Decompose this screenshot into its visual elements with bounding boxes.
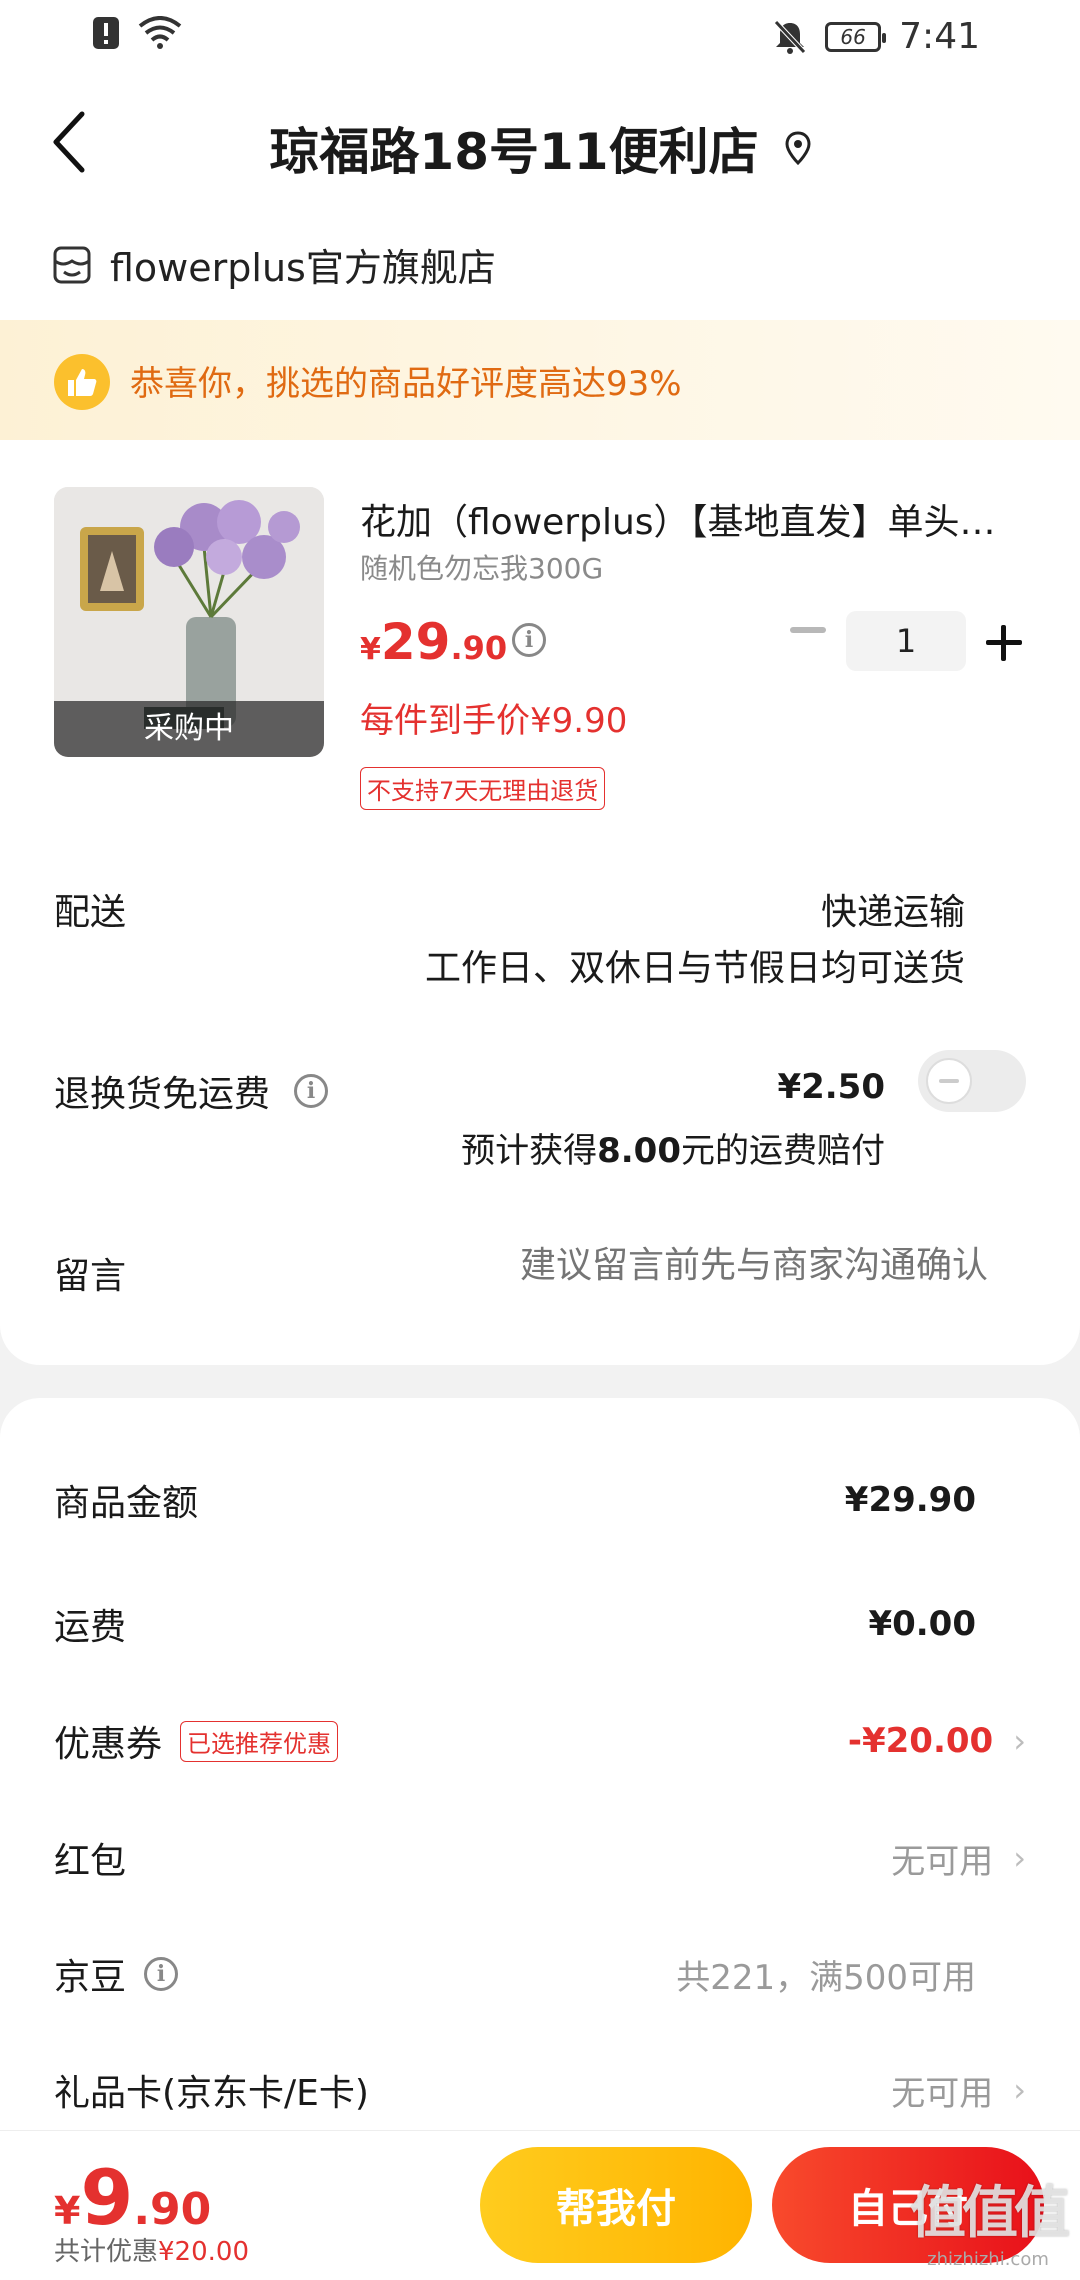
note-amount: 8.00 — [597, 1131, 681, 1171]
rating-banner: 恭喜你，挑选的商品好评度高达93% — [0, 320, 1080, 440]
freight-value: ¥0.00 — [868, 1604, 976, 1644]
giftcard-label: 礼品卡(京东卡/E卡) — [54, 2073, 369, 2114]
back-button[interactable] — [50, 110, 110, 180]
header: 琼福路18号11便利店 — [0, 72, 1080, 220]
return-insurance-price: ¥2.50 — [777, 1067, 885, 1107]
jingdou-label: 京豆 — [54, 1957, 127, 1998]
bell-muted-icon — [774, 19, 806, 54]
per-unit-price: 每件到手价¥9.90 — [360, 701, 628, 741]
message-input[interactable] — [428, 1245, 988, 1286]
return-insurance-toggle[interactable] — [918, 1050, 1026, 1112]
redpacket-row[interactable]: 红包 无可用 › — [54, 1828, 1026, 1888]
chevron-right-icon: › — [1013, 1722, 1026, 1760]
product-title[interactable]: 花加（flowerplus）【基地直发】单头鲜花 — [360, 493, 1020, 545]
note-prefix: 预计获得 — [461, 1131, 598, 1171]
price-decimal: .90 — [450, 629, 508, 667]
message-label: 留言 — [54, 1256, 127, 1297]
coupon-value: -¥20.00 — [847, 1721, 994, 1761]
quantity-value[interactable]: 1 — [846, 611, 966, 671]
help-me-pay-button[interactable]: 帮我付 — [480, 2147, 752, 2263]
return-insurance-row: 退换货免运费 i — [54, 1065, 329, 1117]
store-icon — [53, 246, 91, 283]
price-summary-card: 商品金额 ¥29.90 运费 ¥0.00 优惠券 已选推荐优惠 -¥20.00 … — [0, 1398, 1080, 2158]
shipping-note: 工作日、双休日与节假日均可送货 — [424, 948, 965, 989]
watermark-url: zhizhizhi.com — [927, 2249, 1049, 2270]
shipping-method[interactable]: 快递运输 — [821, 883, 965, 935]
freight-label: 运费 — [54, 1607, 127, 1648]
product-spec: 随机色勿忘我300G — [360, 552, 604, 585]
chevron-right-icon: › — [1013, 1839, 1026, 1877]
status-bar: 66 7:41 — [0, 0, 1080, 72]
purchasing-tag: 采购中 — [54, 701, 324, 757]
shipping-label: 配送 — [54, 892, 127, 933]
coupon-row[interactable]: 优惠券 已选推荐优惠 -¥20.00 › — [54, 1711, 1026, 1771]
goods-amount-row: 商品金额 ¥29.90 — [54, 1470, 1026, 1530]
total-price: ¥ 9 .90 — [54, 2153, 211, 2242]
alert-icon — [93, 17, 119, 49]
freight-row: 运费 ¥0.00 — [54, 1594, 1026, 1654]
no-return-badge: 不支持7天无理由退货 — [360, 767, 606, 810]
price-info-icon[interactable]: i — [512, 623, 546, 657]
total-integer: 9 — [80, 2153, 134, 2242]
total-currency: ¥ — [54, 2189, 81, 2233]
toggle-knob — [926, 1058, 972, 1104]
product-price: ¥ 29 .90 — [360, 613, 507, 671]
jingdou-row: 京豆 i 共221，满500可用 — [54, 1944, 1026, 2004]
thumbs-up-icon — [54, 354, 110, 410]
watermark-logo: 值值值 — [910, 2181, 1070, 2246]
price-currency: ¥ — [360, 632, 381, 667]
battery-icon: 66 — [825, 21, 887, 52]
jingdou-value: 共221，满500可用 — [676, 1957, 976, 1998]
total-decimal: .90 — [133, 2184, 212, 2235]
jingdou-info-icon[interactable]: i — [144, 1957, 179, 1991]
note-suffix: 元的运费赔付 — [681, 1131, 885, 1171]
quantity-plus-button[interactable] — [986, 625, 1022, 661]
coupon-badge: 已选推荐优惠 — [180, 1720, 339, 1762]
page-title-wrap: 琼福路18号11便利店 — [0, 112, 1080, 184]
goods-amount-label: 商品金额 — [54, 1483, 199, 1524]
saved-amount: ¥20.00 — [158, 2237, 249, 2267]
total-saved: 共计优惠¥20.00 — [54, 2231, 249, 2268]
chevron-left-icon — [53, 111, 85, 173]
page-title: 琼福路18号11便利店 — [269, 123, 759, 181]
price-integer: 29 — [380, 613, 451, 671]
watermark: 值值值 zhizhizhi.com — [910, 2168, 1070, 2270]
return-insurance-note: 预计获得8.00元的运费赔付 — [461, 1123, 885, 1172]
store-row[interactable]: flowerplus官方旗舰店 — [52, 237, 496, 292]
checkout-bar: ¥ 9 .90 共计优惠¥20.00 帮我付 自己付 值值值 zhizhizhi… — [0, 2130, 1080, 2280]
goods-amount-value: ¥29.90 — [844, 1480, 976, 1520]
quantity-minus-button[interactable] — [790, 627, 826, 633]
chevron-right-icon: › — [1013, 2071, 1026, 2109]
location-pin-icon[interactable] — [785, 131, 811, 165]
redpacket-label: 红包 — [54, 1841, 127, 1882]
coupon-label: 优惠券 — [54, 1724, 163, 1765]
return-insurance-label: 退换货免运费 — [54, 1074, 271, 1115]
redpacket-value: 无可用 — [891, 1841, 994, 1882]
giftcard-row[interactable]: 礼品卡(京东卡/E卡) 无可用 › — [54, 2060, 1026, 2120]
saved-label: 共计优惠 — [54, 2237, 159, 2267]
status-right: 66 7:41 — [773, 16, 980, 57]
order-card: flowerplus官方旗舰店 恭喜你，挑选的商品好评度高达93% 采购中 花加… — [0, 215, 1080, 1365]
giftcard-value: 无可用 — [891, 2073, 994, 2114]
return-info-icon[interactable]: i — [294, 1074, 329, 1108]
status-left — [92, 16, 182, 50]
rating-banner-text: 恭喜你，挑选的商品好评度高达93% — [130, 364, 682, 404]
product-image[interactable]: 采购中 — [54, 487, 324, 757]
status-time: 7:41 — [899, 16, 980, 57]
wifi-icon — [138, 16, 182, 49]
store-name: flowerplus官方旗舰店 — [110, 246, 496, 290]
